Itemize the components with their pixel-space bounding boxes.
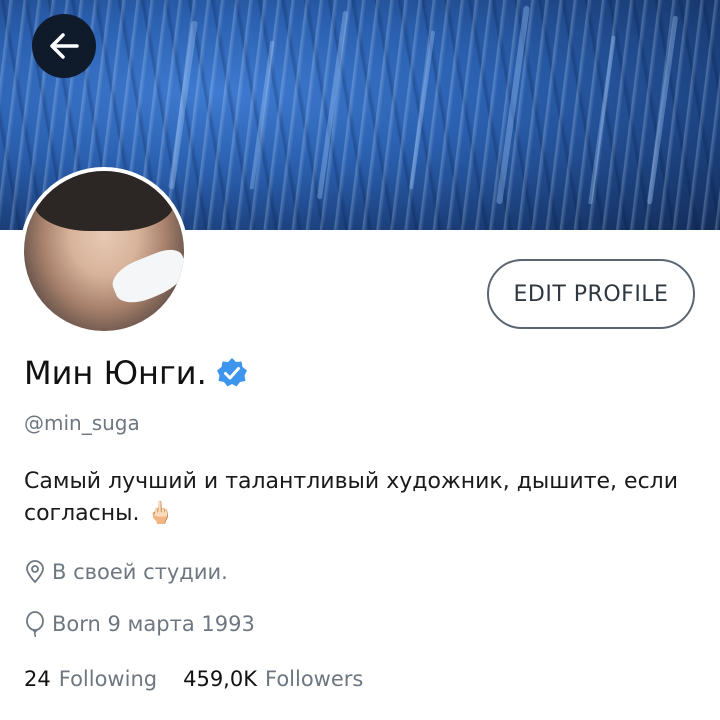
banner-texture <box>168 20 198 190</box>
name-row: Мин Юнги. <box>24 354 249 392</box>
arrow-left-icon <box>50 33 79 59</box>
location-pin-icon <box>26 560 44 584</box>
birthday-row: Born 9 марта 1993 <box>24 611 255 637</box>
bio-emoji: 🖕🏻 <box>146 501 174 526</box>
user-handle: @min_suga <box>24 411 140 435</box>
display-name: Мин Юнги. <box>24 354 207 392</box>
location-text: В своей студии. <box>52 560 228 584</box>
bio-text: Самый лучший и талантливый художник, дыш… <box>24 469 679 526</box>
followers-label: Followers <box>264 667 364 691</box>
following-label: Following <box>58 667 158 691</box>
following-count: 24 <box>24 667 51 691</box>
edit-profile-button[interactable]: EDIT PROFILE <box>487 259 695 329</box>
banner-texture <box>496 5 530 205</box>
follow-stats: 24 Following 459,0K Followers <box>24 667 363 691</box>
banner-texture <box>316 10 349 200</box>
verified-badge-icon <box>216 358 247 387</box>
banner-texture <box>249 40 275 190</box>
avatar-mask <box>107 244 184 310</box>
avatar-hair <box>34 171 174 231</box>
following-link[interactable]: 24 Following <box>24 667 157 691</box>
followers-count: 459,0K <box>183 667 257 691</box>
balloon-icon <box>26 611 44 637</box>
profile-bio: Самый лучший и талантливый художник, дыш… <box>24 466 694 530</box>
location-row: В своей студии. <box>24 560 228 584</box>
birthday-text: Born 9 марта 1993 <box>52 612 255 636</box>
followers-link[interactable]: 459,0K Followers <box>183 667 363 691</box>
banner-texture <box>408 30 436 190</box>
banner-texture <box>646 15 679 205</box>
banner-texture <box>588 35 616 205</box>
back-button[interactable] <box>32 14 96 78</box>
avatar[interactable] <box>24 171 184 331</box>
